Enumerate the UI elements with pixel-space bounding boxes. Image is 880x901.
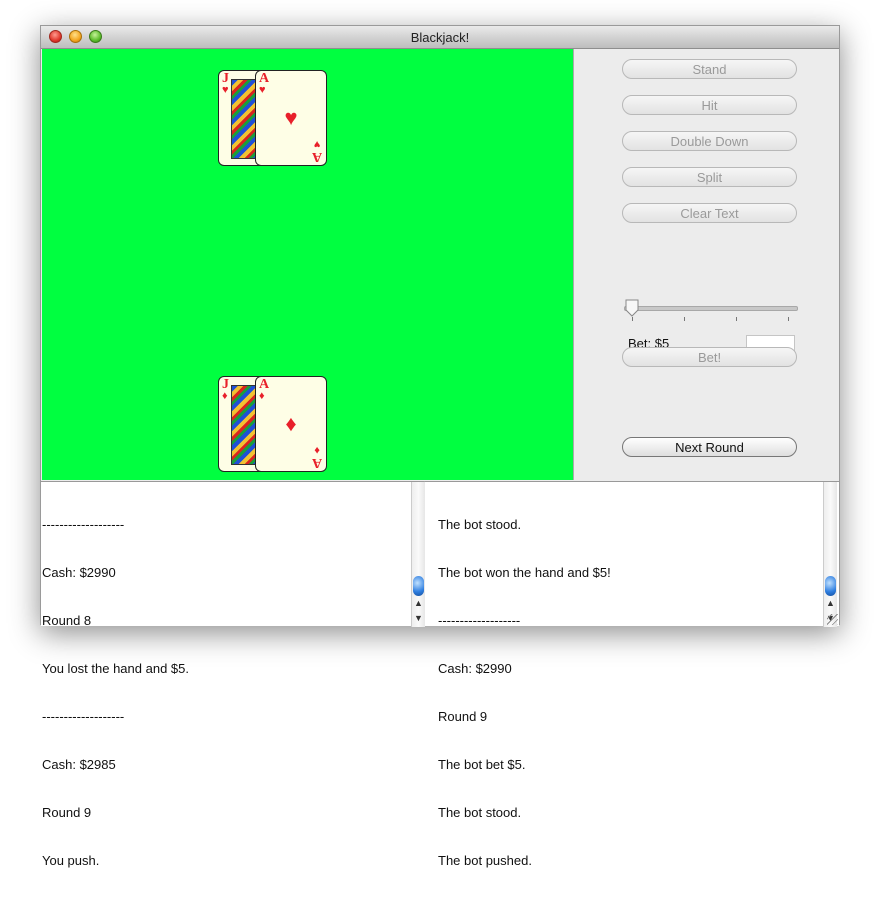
scrollbar-thumb[interactable]	[825, 576, 836, 596]
log-line: Cash: $2990	[438, 661, 512, 676]
card-corner-bottom: A ♥	[311, 137, 322, 164]
app-window: Blackjack! J ♥ A ♥ ♥ A ♥ J ♦ A ♦ ♦ A ♦ S…	[40, 25, 840, 868]
log-line: The bot stood.	[438, 517, 522, 532]
stand-button[interactable]: Stand	[622, 59, 797, 79]
bot-log-panel[interactable]: The bot stood. The bot won the hand and …	[425, 481, 839, 868]
hit-button[interactable]: Hit	[622, 95, 797, 115]
log-line: -------------------	[42, 709, 125, 724]
split-button[interactable]: Split	[622, 167, 797, 187]
bet-button[interactable]: Bet!	[622, 347, 797, 367]
heart-icon: ♥	[284, 105, 298, 130]
log-line: -------------------	[42, 517, 125, 532]
player-log-text: ------------------- Cash: $2990 Round 8 …	[42, 485, 189, 901]
slider-tick	[736, 317, 737, 321]
scrollbar-thumb[interactable]	[413, 576, 424, 596]
dealer-card-2: A ♥ ♥ A ♥	[255, 70, 327, 166]
window-title: Blackjack!	[410, 30, 470, 45]
card-rank: A	[311, 455, 322, 470]
bet-slider-track[interactable]	[624, 306, 798, 311]
log-line: You push.	[42, 853, 100, 868]
log-line: -------------------	[438, 613, 521, 628]
diamond-icon: ♦	[259, 390, 265, 402]
resize-grip-icon[interactable]	[827, 614, 838, 625]
bet-slider-thumb[interactable]	[624, 299, 640, 317]
card-rank: A	[311, 149, 322, 164]
bot-log-text: The bot stood. The bot won the hand and …	[438, 485, 611, 901]
log-line: The bot won the hand and $5!	[438, 565, 611, 580]
diamond-icon: ♦	[285, 411, 297, 436]
log-line: The bot bet $5.	[438, 757, 526, 772]
diamond-icon: ♦	[222, 390, 228, 402]
log-line: The bot stood.	[438, 805, 522, 820]
scroll-up-arrow-icon[interactable]: ▲	[414, 598, 423, 608]
card-table: J ♥ A ♥ ♥ A ♥ J ♦ A ♦ ♦ A ♦	[42, 49, 574, 480]
log-line: Cash: $2990	[42, 565, 116, 580]
heart-icon: ♥	[259, 84, 266, 96]
control-panel: Stand Hit Double Down Split Clear Text B…	[574, 49, 839, 480]
title-bar: Blackjack!	[41, 26, 839, 49]
log-line: Cash: $2985	[42, 757, 116, 772]
player-card-2: A ♦ ♦ A ♦	[255, 376, 327, 472]
log-line: Round 8	[42, 613, 92, 628]
slider-tick	[684, 317, 685, 321]
bot-log-scrollbar[interactable]: ▲ ▼	[823, 482, 837, 627]
player-log-panel[interactable]: ------------------- Cash: $2990 Round 8 …	[41, 481, 425, 868]
slider-tick	[788, 317, 789, 321]
log-line: Round 9	[438, 709, 488, 724]
heart-icon: ♥	[222, 84, 229, 96]
card-corner-bottom: A ♦	[311, 443, 322, 470]
scroll-up-arrow-icon[interactable]: ▲	[826, 598, 835, 608]
next-round-button[interactable]: Next Round	[622, 437, 797, 457]
log-line: Round 9	[42, 805, 92, 820]
double-down-button[interactable]: Double Down	[622, 131, 797, 151]
clear-text-button[interactable]: Clear Text	[622, 203, 797, 223]
log-line: The bot pushed.	[438, 853, 532, 868]
player-log-scrollbar[interactable]: ▲ ▼	[411, 482, 425, 627]
scroll-down-arrow-icon[interactable]: ▼	[414, 613, 423, 623]
slider-tick	[632, 317, 633, 321]
log-line: You lost the hand and $5.	[42, 661, 189, 676]
